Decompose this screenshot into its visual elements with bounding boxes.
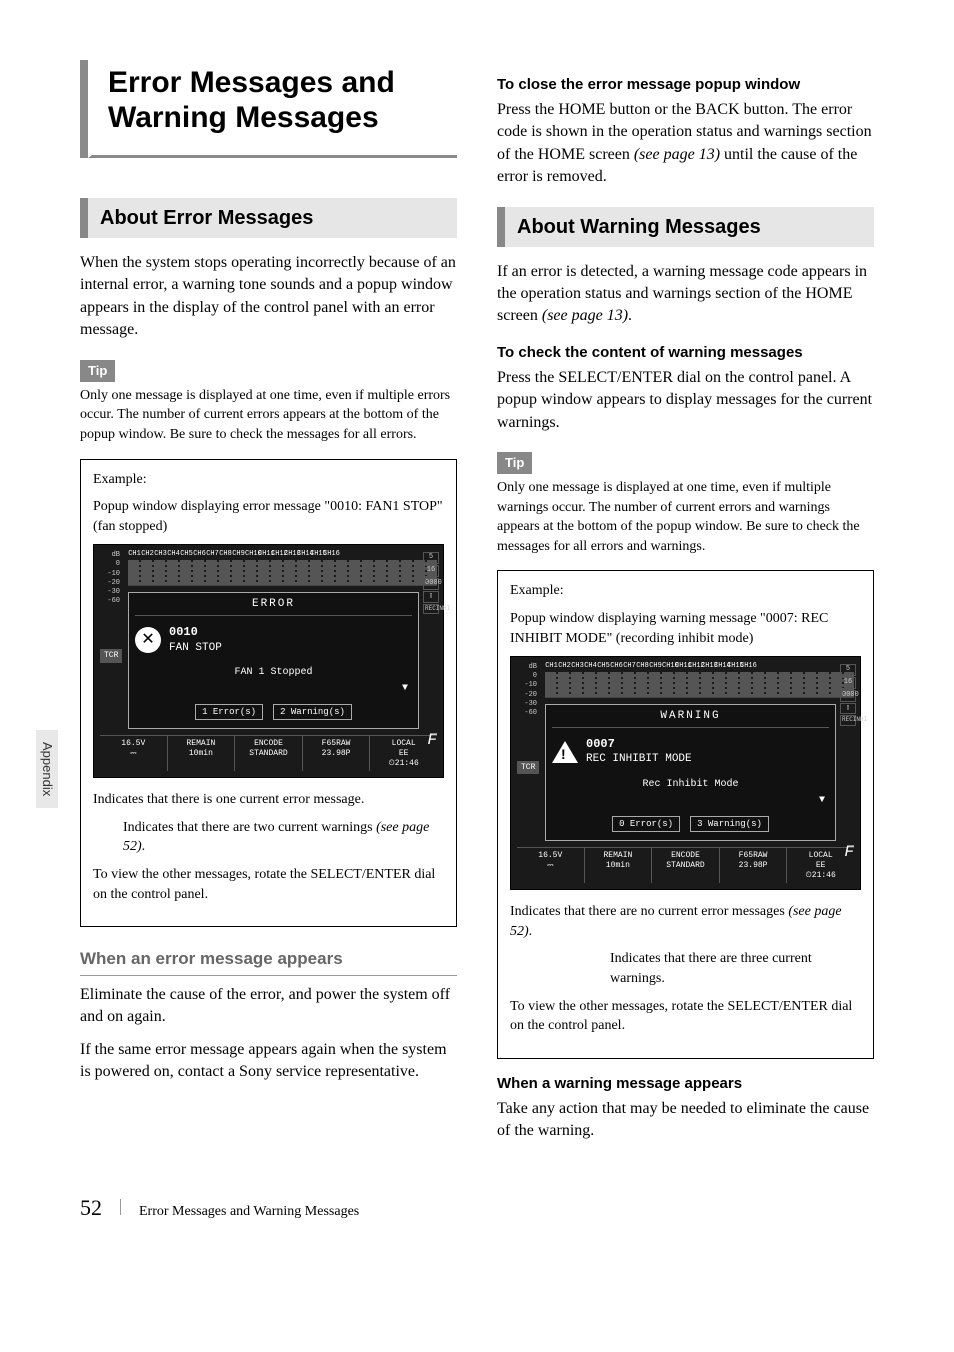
- error-count: 1 Error(s): [195, 704, 263, 721]
- error-screen: dB0-10-20-30-60 CH1CH2CH3CH4CH5CH6CH7CH8…: [93, 544, 444, 778]
- tcr-badge: TCR: [517, 761, 539, 774]
- channel-labels: CH1CH2CH3CH4CH5CH6CH7CH8CH9CH10CH11CH12C…: [128, 551, 437, 558]
- remedy-text-1: Eliminate the cause of the error, and po…: [80, 984, 457, 1029]
- popup-title: WARNING: [552, 709, 829, 727]
- scroll-arrow-icon: ▼: [552, 794, 825, 808]
- view-other-text: To view the other messages, rotate the S…: [510, 997, 861, 1036]
- f-label: F: [427, 729, 437, 751]
- tip-text: Only one message is displayed at one tim…: [80, 386, 457, 445]
- chapter-title-box: Error Messages and Warning Messages: [80, 60, 457, 158]
- warning-code: 0007: [586, 736, 692, 753]
- example-box-error: Example: Popup window displaying error m…: [80, 459, 457, 928]
- popup-frame: WARNING 0007 REC INHIBIT MODE Rec Inhibi…: [545, 704, 836, 841]
- status-row: 16.5V⎓ REMAIN10min ENCODESTANDARD F65RAW…: [517, 847, 854, 883]
- db-scale: dB0-10-20-30-60: [102, 551, 120, 606]
- scroll-arrow-icon: ▼: [135, 682, 408, 696]
- callout-three-warnings: Indicates that there are three current w…: [610, 949, 861, 988]
- when-error-appears-heading: When an error message appears: [80, 947, 457, 976]
- right-strip: 5160000▯RECINHI: [840, 663, 856, 727]
- status-row: 16.5V⎓ REMAIN10min ENCODESTANDARD F65RAW…: [100, 735, 437, 771]
- warning-msg: REC INHIBIT MODE: [586, 752, 692, 767]
- left-column: Error Messages and Warning Messages Abou…: [80, 60, 457, 1153]
- error-icon: ✕: [135, 627, 161, 653]
- right-strip: 5160000▯RECINHI: [423, 551, 439, 615]
- tip-text: Only one message is displayed at one tim…: [497, 478, 874, 556]
- section-about-error: About Error Messages: [80, 198, 457, 238]
- callout-two-warnings: Indicates that there are two current war…: [123, 818, 444, 857]
- page-footer: 52 Error Messages and Warning Messages: [80, 1193, 874, 1224]
- section-about-warning: About Warning Messages: [497, 207, 874, 247]
- close-popup-text: Press the HOME button or the BACK button…: [497, 99, 874, 189]
- close-popup-heading: To close the error message popup window: [497, 74, 874, 95]
- warning-icon: [552, 741, 578, 763]
- footer-title: Error Messages and Warning Messages: [139, 1202, 359, 1222]
- tip-badge: Tip: [80, 360, 115, 382]
- popup-frame: ERROR ✕ 0010 FAN STOP FAN 1 Stopped ▼ 1 …: [128, 592, 419, 729]
- example-label: Example:: [510, 581, 861, 601]
- chapter-title: Error Messages and Warning Messages: [108, 66, 441, 135]
- channel-labels: CH1CH2CH3CH4CH5CH6CH7CH8CH9CH10CH11CH12C…: [545, 663, 854, 670]
- warning-intro-text: If an error is detected, a warning messa…: [497, 261, 874, 328]
- appendix-tab: Appendix: [36, 730, 58, 808]
- callout-no-errors: Indicates that there are no current erro…: [510, 902, 861, 941]
- warning-screen: dB0-10-20-30-60 CH1CH2CH3CH4CH5CH6CH7CH8…: [510, 656, 861, 890]
- example-box-warning: Example: Popup window displaying warning…: [497, 570, 874, 1058]
- callout-one-error: Indicates that there is one current erro…: [93, 790, 444, 810]
- error-msg: FAN STOP: [169, 641, 222, 656]
- warning-remedy-text: Take any action that may be needed to el…: [497, 1098, 874, 1143]
- example-label: Example:: [93, 470, 444, 490]
- warning-sub: Rec Inhibit Mode: [552, 778, 829, 792]
- tip-badge: Tip: [497, 452, 532, 474]
- remedy-text-2: If the same error message appears again …: [80, 1039, 457, 1084]
- error-code: 0010: [169, 624, 222, 641]
- warning-count: 2 Warning(s): [273, 704, 352, 721]
- example-desc: Popup window displaying warning message …: [510, 609, 861, 648]
- view-other-text: To view the other messages, rotate the S…: [93, 865, 444, 904]
- error-intro-text: When the system stops operating incorrec…: [80, 252, 457, 342]
- warning-count: 3 Warning(s): [690, 816, 769, 833]
- popup-title: ERROR: [135, 597, 412, 615]
- error-count: 0 Error(s): [612, 816, 680, 833]
- error-sub: FAN 1 Stopped: [135, 666, 412, 680]
- when-warning-appears-heading: When a warning message appears: [497, 1073, 874, 1094]
- db-scale: dB0-10-20-30-60: [519, 663, 537, 718]
- check-warning-heading: To check the content of warning messages: [497, 342, 874, 363]
- tcr-badge: TCR: [100, 649, 122, 662]
- check-warning-text: Press the SELECT/ENTER dial on the contr…: [497, 367, 874, 434]
- right-column: To close the error message popup window …: [497, 60, 874, 1153]
- example-desc: Popup window displaying error message "0…: [93, 497, 444, 536]
- page-number: 52: [80, 1193, 102, 1224]
- f-label: F: [844, 841, 854, 863]
